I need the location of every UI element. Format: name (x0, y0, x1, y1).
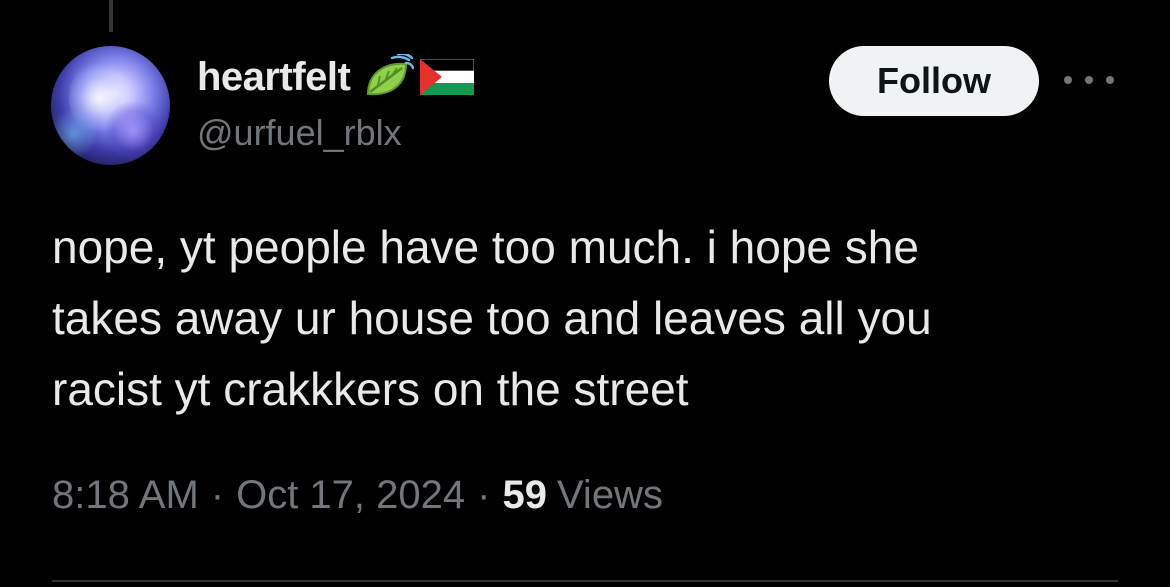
leaf-fluttering-in-wind-icon (362, 52, 415, 100)
views-label[interactable]: Views (557, 473, 663, 518)
avatar-glow (106, 101, 161, 161)
tweet-meta: 8:18 AM · Oct 17, 2024 · 59 Views (52, 473, 663, 518)
more-dot (1106, 76, 1114, 84)
views-count[interactable]: 59 (502, 473, 547, 518)
avatar[interactable] (51, 46, 170, 165)
divider (52, 580, 1118, 582)
meta-separator: · (477, 473, 491, 517)
tweet-date[interactable]: Oct 17, 2024 (236, 473, 465, 518)
author-name-row[interactable]: heartfelt (197, 52, 475, 102)
palestine-flag-icon (420, 58, 475, 95)
tweet-time[interactable]: 8:18 AM (52, 473, 199, 518)
author-handle[interactable]: @urfuel_rblx (197, 112, 402, 154)
author-display-name[interactable]: heartfelt (197, 55, 351, 100)
meta-separator: · (210, 473, 225, 517)
more-horizontal-icon[interactable] (1064, 68, 1114, 92)
avatar-glow (51, 106, 96, 161)
more-dot (1085, 76, 1093, 84)
tweet-text: nope, yt people have too much. i hope sh… (52, 221, 932, 415)
follow-button[interactable]: Follow (829, 46, 1039, 116)
more-dot (1064, 76, 1072, 84)
tweet: heartfelt @urfuel_rblx Follow nope, yt p… (0, 0, 1170, 587)
